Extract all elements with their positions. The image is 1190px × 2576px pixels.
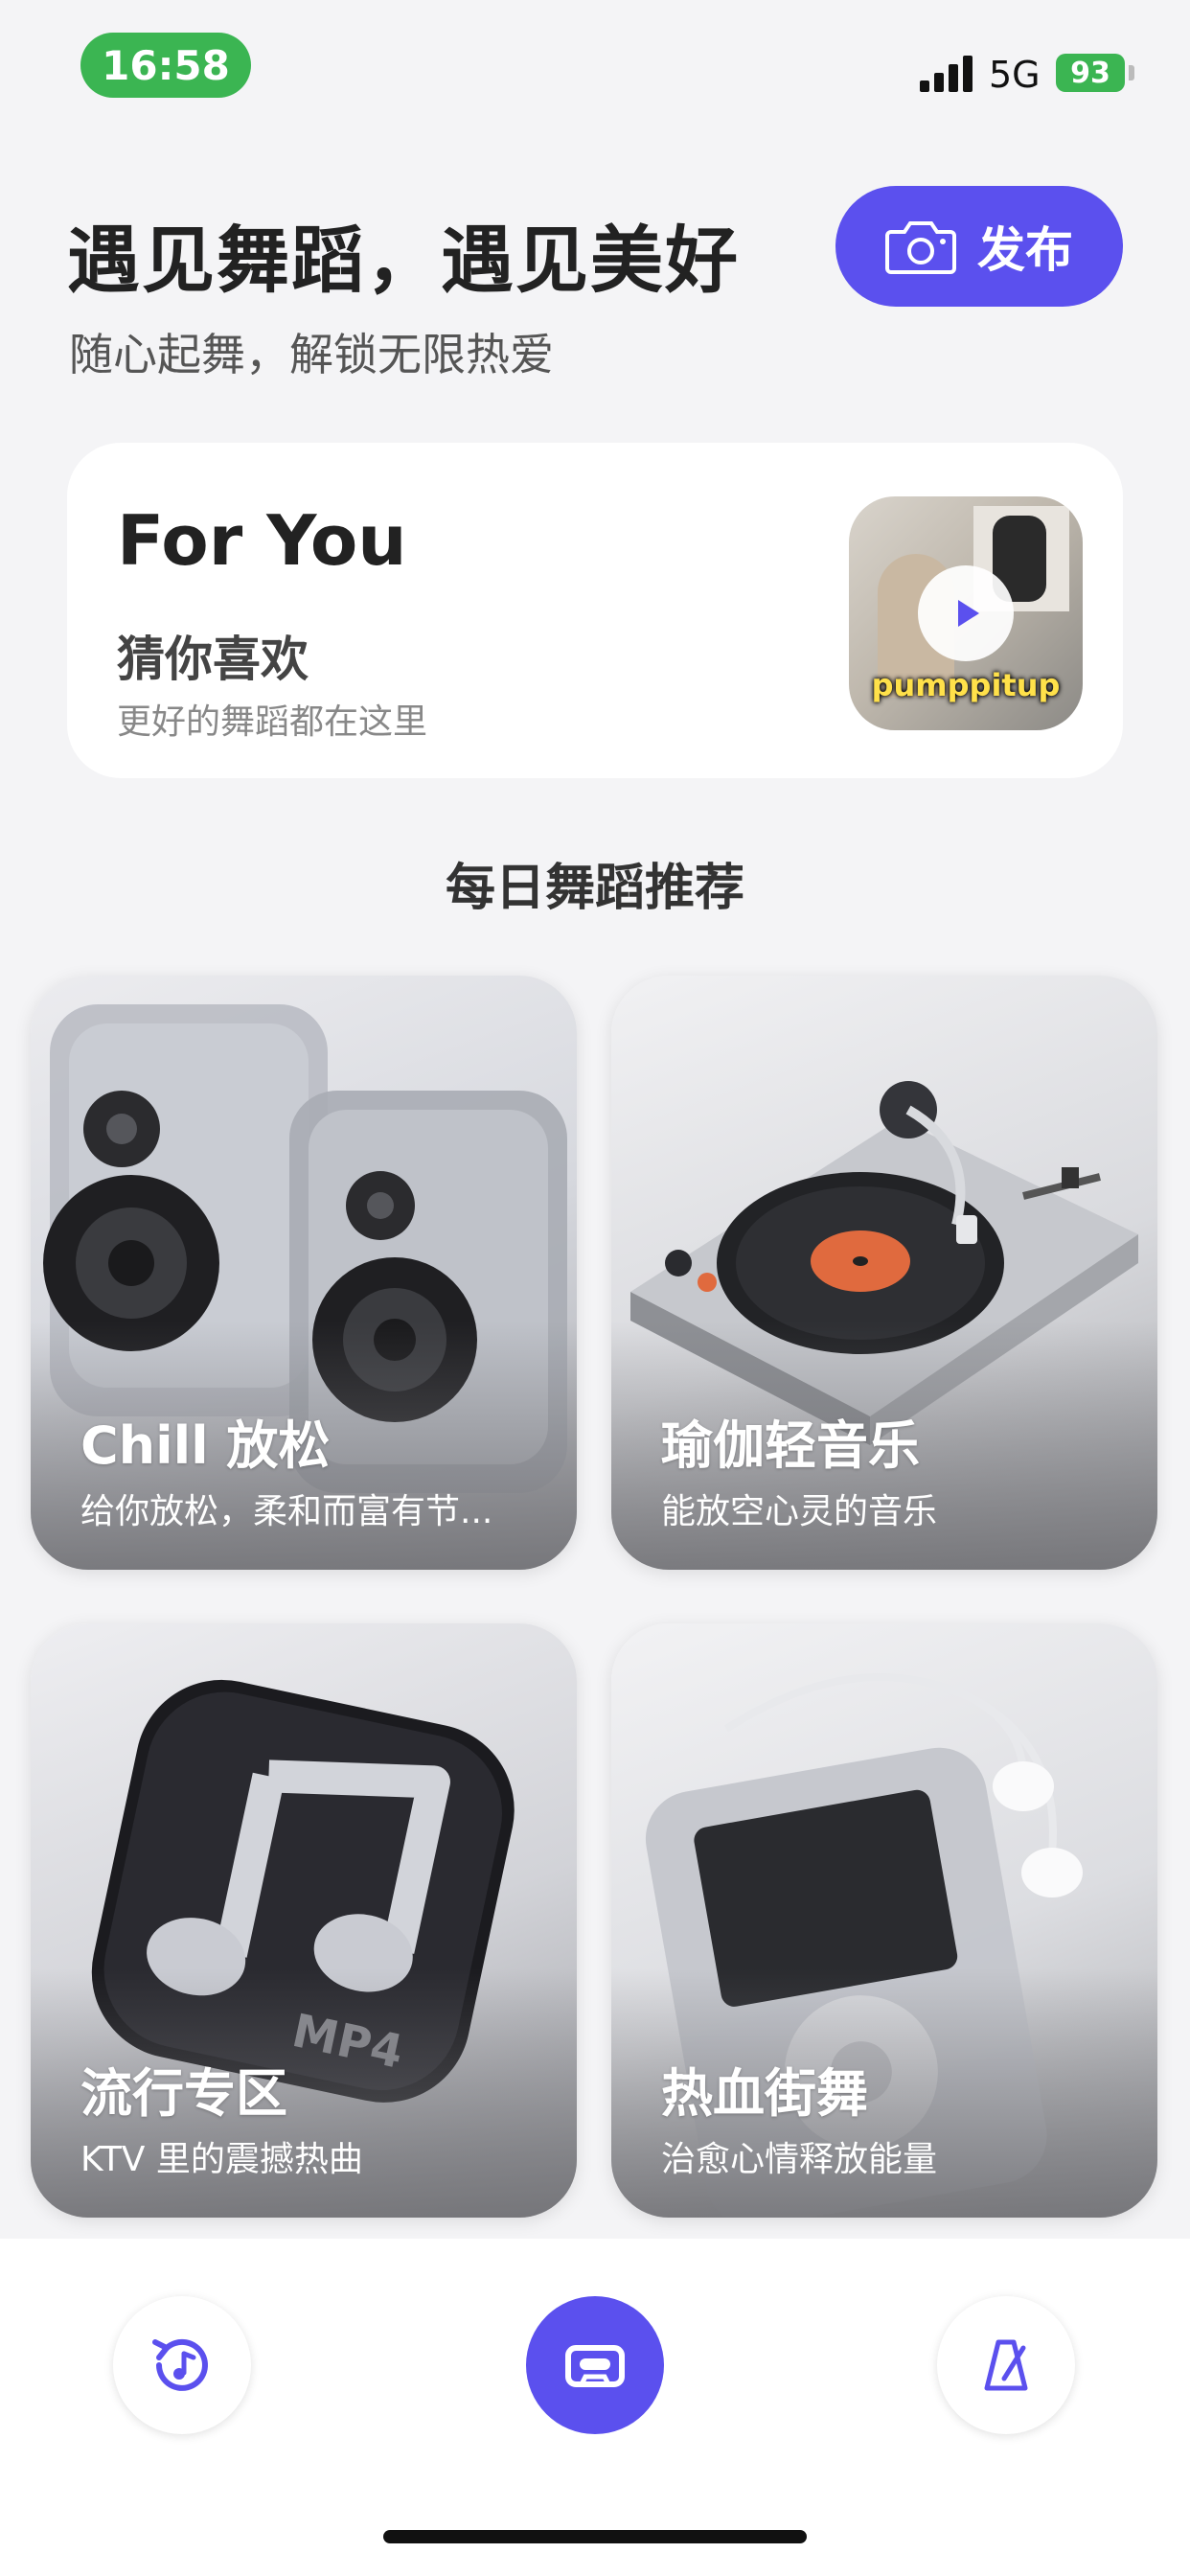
battery-tip — [1129, 65, 1134, 80]
bottom-nav-bar — [0, 2239, 1190, 2576]
status-bar: 16:58 5G 93 — [0, 0, 1190, 134]
page-subtitle: 随心起舞，解锁无限热爱 — [69, 329, 554, 380]
status-time: 16:58 — [80, 33, 251, 98]
tile-description: 治愈心情释放能量 — [661, 2140, 938, 2179]
for-you-subtitle: 猜你喜欢 — [117, 632, 309, 687]
tile-chill[interactable]: Chill 放松 给你放松，柔和而富有节... — [31, 976, 577, 1570]
tile-title: 瑜伽轻音乐 — [661, 1415, 920, 1476]
tile-description: 给你放松，柔和而富有节... — [80, 1492, 493, 1531]
thumbnail-caption: pumppitup — [871, 667, 1061, 703]
page-title: 遇见舞蹈，遇见美好 — [67, 218, 740, 303]
for-you-title: For You — [117, 500, 407, 581]
history-music-icon — [152, 2338, 208, 2391]
tile-title: 流行专区 — [80, 2063, 287, 2124]
battery-icon: 93 — [1056, 54, 1125, 92]
nav-history-button[interactable] — [113, 2296, 251, 2434]
publish-button[interactable]: 发布 — [835, 186, 1123, 307]
tile-pop-zone[interactable]: MP4 流行专区 KTV 里的震撼热曲 — [31, 1623, 577, 2218]
tile-street-dance[interactable]: 热血街舞 治愈心情释放能量 — [611, 1623, 1157, 2218]
for-you-thumbnail[interactable]: pumppitup — [849, 496, 1083, 730]
section-title: 每日舞蹈推荐 — [445, 860, 744, 917]
network-label: 5G — [989, 54, 1041, 96]
tile-title: Chill 放松 — [80, 1415, 331, 1476]
home-indicator — [383, 2530, 807, 2543]
tile-yoga-music[interactable]: 瑜伽轻音乐 能放空心灵的音乐 — [611, 976, 1157, 1570]
camera-icon — [885, 221, 956, 274]
for-you-card[interactable]: For You 猜你喜欢 更好的舞蹈都在这里 pumppitup — [67, 443, 1123, 778]
publish-label: 发布 — [977, 222, 1073, 278]
nav-player-button[interactable] — [526, 2296, 664, 2434]
cassette-icon — [565, 2345, 625, 2387]
signal-icon — [920, 56, 973, 92]
tile-description: 能放空心灵的音乐 — [661, 1492, 938, 1531]
play-button[interactable] — [918, 565, 1014, 661]
tile-title: 热血街舞 — [661, 2063, 868, 2124]
play-icon — [958, 600, 979, 627]
tile-description: KTV 里的震撼热曲 — [80, 2140, 363, 2179]
nav-metronome-button[interactable] — [937, 2296, 1075, 2434]
metronome-icon — [984, 2339, 1028, 2391]
battery-level: 93 — [1070, 56, 1110, 90]
for-you-description: 更好的舞蹈都在这里 — [117, 702, 428, 742]
